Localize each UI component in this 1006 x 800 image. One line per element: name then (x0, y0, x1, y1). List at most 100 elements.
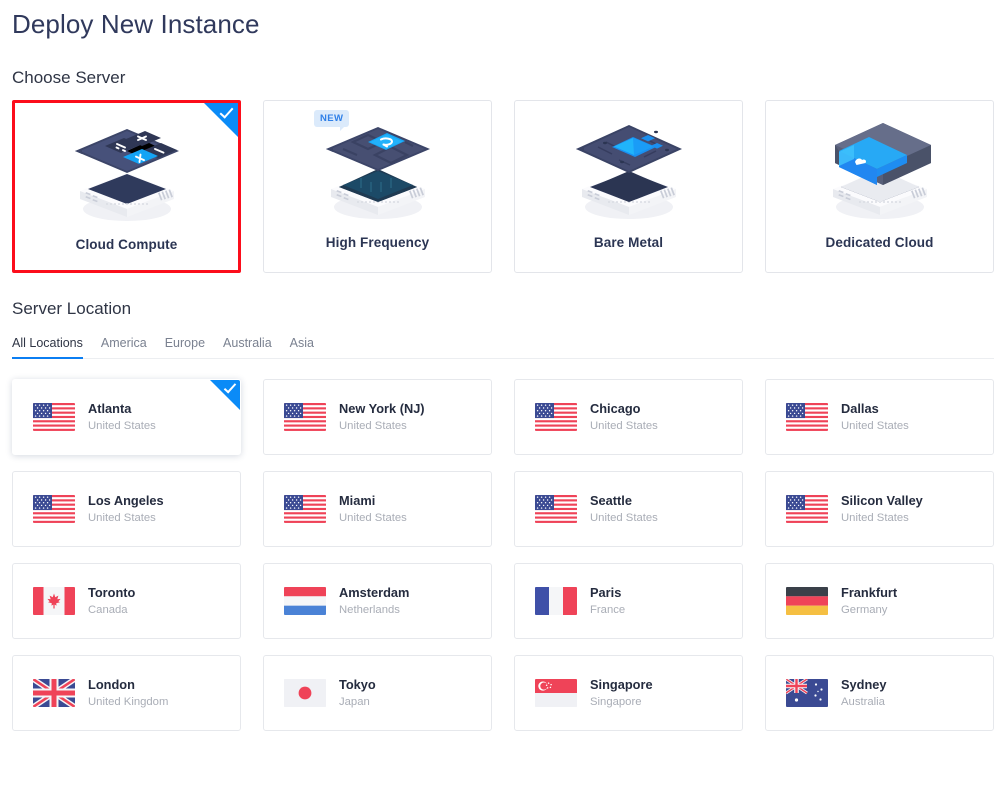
flag-icon-us (284, 403, 326, 431)
location-card-paris[interactable]: Paris France (514, 563, 743, 639)
location-text: New York (NJ) United States (339, 401, 425, 433)
location-country: United Kingdom (88, 695, 168, 709)
tab-asia[interactable]: Asia (281, 336, 323, 358)
location-card-atlanta[interactable]: Atlanta United States (12, 379, 241, 455)
location-country: United States (841, 419, 909, 433)
location-text: Amsterdam Netherlands (339, 585, 409, 617)
location-country: France (590, 603, 625, 617)
server-type-label: High Frequency (326, 235, 429, 250)
flag-icon-us (786, 495, 828, 523)
server-type-card-high-frequency[interactable]: NEW (263, 100, 492, 273)
location-card-amsterdam[interactable]: Amsterdam Netherlands (263, 563, 492, 639)
tab-all-locations[interactable]: All Locations (12, 336, 92, 358)
location-card-sydney[interactable]: Sydney Australia (765, 655, 994, 731)
tab-australia[interactable]: Australia (214, 336, 281, 358)
location-text: Atlanta United States (88, 401, 156, 433)
location-city: Sydney (841, 677, 887, 692)
flag-icon-fr (535, 587, 577, 615)
location-country: United States (590, 419, 658, 433)
dedicated-cloud-icon (815, 111, 945, 223)
choose-server-heading: Choose Server (12, 67, 994, 89)
location-city: Dallas (841, 401, 909, 416)
flag-icon-us (33, 403, 75, 431)
cloud-compute-icon (62, 113, 192, 225)
flag-icon-us (284, 495, 326, 523)
tab-europe[interactable]: Europe (156, 336, 214, 358)
location-country: United States (88, 511, 164, 525)
location-grid: Atlanta United States (12, 379, 994, 731)
flag-icon-de (786, 587, 828, 615)
flag-icon-nl (284, 587, 326, 615)
server-type-grid: Cloud Compute NEW (12, 100, 994, 273)
location-country: United States (88, 419, 156, 433)
location-text: London United Kingdom (88, 677, 168, 709)
location-city: Miami (339, 493, 407, 508)
location-city: Toronto (88, 585, 135, 600)
location-country: Netherlands (339, 603, 409, 617)
location-card-seattle[interactable]: Seattle United States (514, 471, 743, 547)
location-text: Miami United States (339, 493, 407, 525)
location-city: Singapore (590, 677, 653, 692)
flag-icon-jp (284, 679, 326, 707)
location-city: Paris (590, 585, 625, 600)
flag-icon-us (535, 403, 577, 431)
server-type-card-cloud-compute[interactable]: Cloud Compute (12, 100, 241, 273)
location-card-los-angeles[interactable]: Los Angeles United States (12, 471, 241, 547)
location-country: Singapore (590, 695, 653, 709)
flag-icon-gb (33, 679, 75, 707)
high-frequency-icon (313, 111, 443, 223)
server-type-card-dedicated-cloud[interactable]: Dedicated Cloud (765, 100, 994, 273)
new-badge: NEW (314, 110, 349, 127)
location-country: United States (841, 511, 923, 525)
location-card-tokyo[interactable]: Tokyo Japan (263, 655, 492, 731)
location-card-toronto[interactable]: Toronto Canada (12, 563, 241, 639)
page-title: Deploy New Instance (12, 0, 994, 42)
server-type-label: Cloud Compute (76, 237, 178, 252)
location-text: Los Angeles United States (88, 493, 164, 525)
location-country: Australia (841, 695, 887, 709)
location-card-miami[interactable]: Miami United States (263, 471, 492, 547)
location-card-singapore[interactable]: Singapore Singapore (514, 655, 743, 731)
location-card-frankfurt[interactable]: Frankfurt Germany (765, 563, 994, 639)
flag-icon-us (786, 403, 828, 431)
location-city: Frankfurt (841, 585, 897, 600)
flag-icon-us (535, 495, 577, 523)
location-card-silicon-valley[interactable]: Silicon Valley United States (765, 471, 994, 547)
flag-icon-sg (535, 679, 577, 707)
location-card-london[interactable]: London United Kingdom (12, 655, 241, 731)
bare-metal-icon (564, 111, 694, 223)
location-text: Chicago United States (590, 401, 658, 433)
location-city: New York (NJ) (339, 401, 425, 416)
location-city: Los Angeles (88, 493, 164, 508)
location-text: Tokyo Japan (339, 677, 376, 709)
flag-icon-ca (33, 587, 75, 615)
selected-check-icon (210, 380, 240, 410)
location-text: Singapore Singapore (590, 677, 653, 709)
server-type-card-bare-metal[interactable]: Bare Metal (514, 100, 743, 273)
location-country: Japan (339, 695, 376, 709)
location-city: Atlanta (88, 401, 156, 416)
location-card-dallas[interactable]: Dallas United States (765, 379, 994, 455)
location-text: Frankfurt Germany (841, 585, 897, 617)
server-type-label: Dedicated Cloud (825, 235, 933, 250)
location-text: Paris France (590, 585, 625, 617)
location-text: Silicon Valley United States (841, 493, 923, 525)
server-type-label: Bare Metal (594, 235, 663, 250)
location-country: United States (339, 419, 425, 433)
location-text: Toronto Canada (88, 585, 135, 617)
location-card-new-york-nj[interactable]: New York (NJ) United States (263, 379, 492, 455)
tab-america[interactable]: America (92, 336, 156, 358)
deploy-new-instance-page: Deploy New Instance Choose Server (0, 0, 1006, 800)
location-country: United States (339, 511, 407, 525)
location-country: Germany (841, 603, 897, 617)
location-city: Chicago (590, 401, 658, 416)
flag-icon-us (33, 495, 75, 523)
location-card-chicago[interactable]: Chicago United States (514, 379, 743, 455)
flag-icon-au (786, 679, 828, 707)
location-city: Tokyo (339, 677, 376, 692)
location-city: Amsterdam (339, 585, 409, 600)
location-city: Silicon Valley (841, 493, 923, 508)
selected-check-icon (204, 103, 238, 137)
location-country: United States (590, 511, 658, 525)
location-text: Seattle United States (590, 493, 658, 525)
